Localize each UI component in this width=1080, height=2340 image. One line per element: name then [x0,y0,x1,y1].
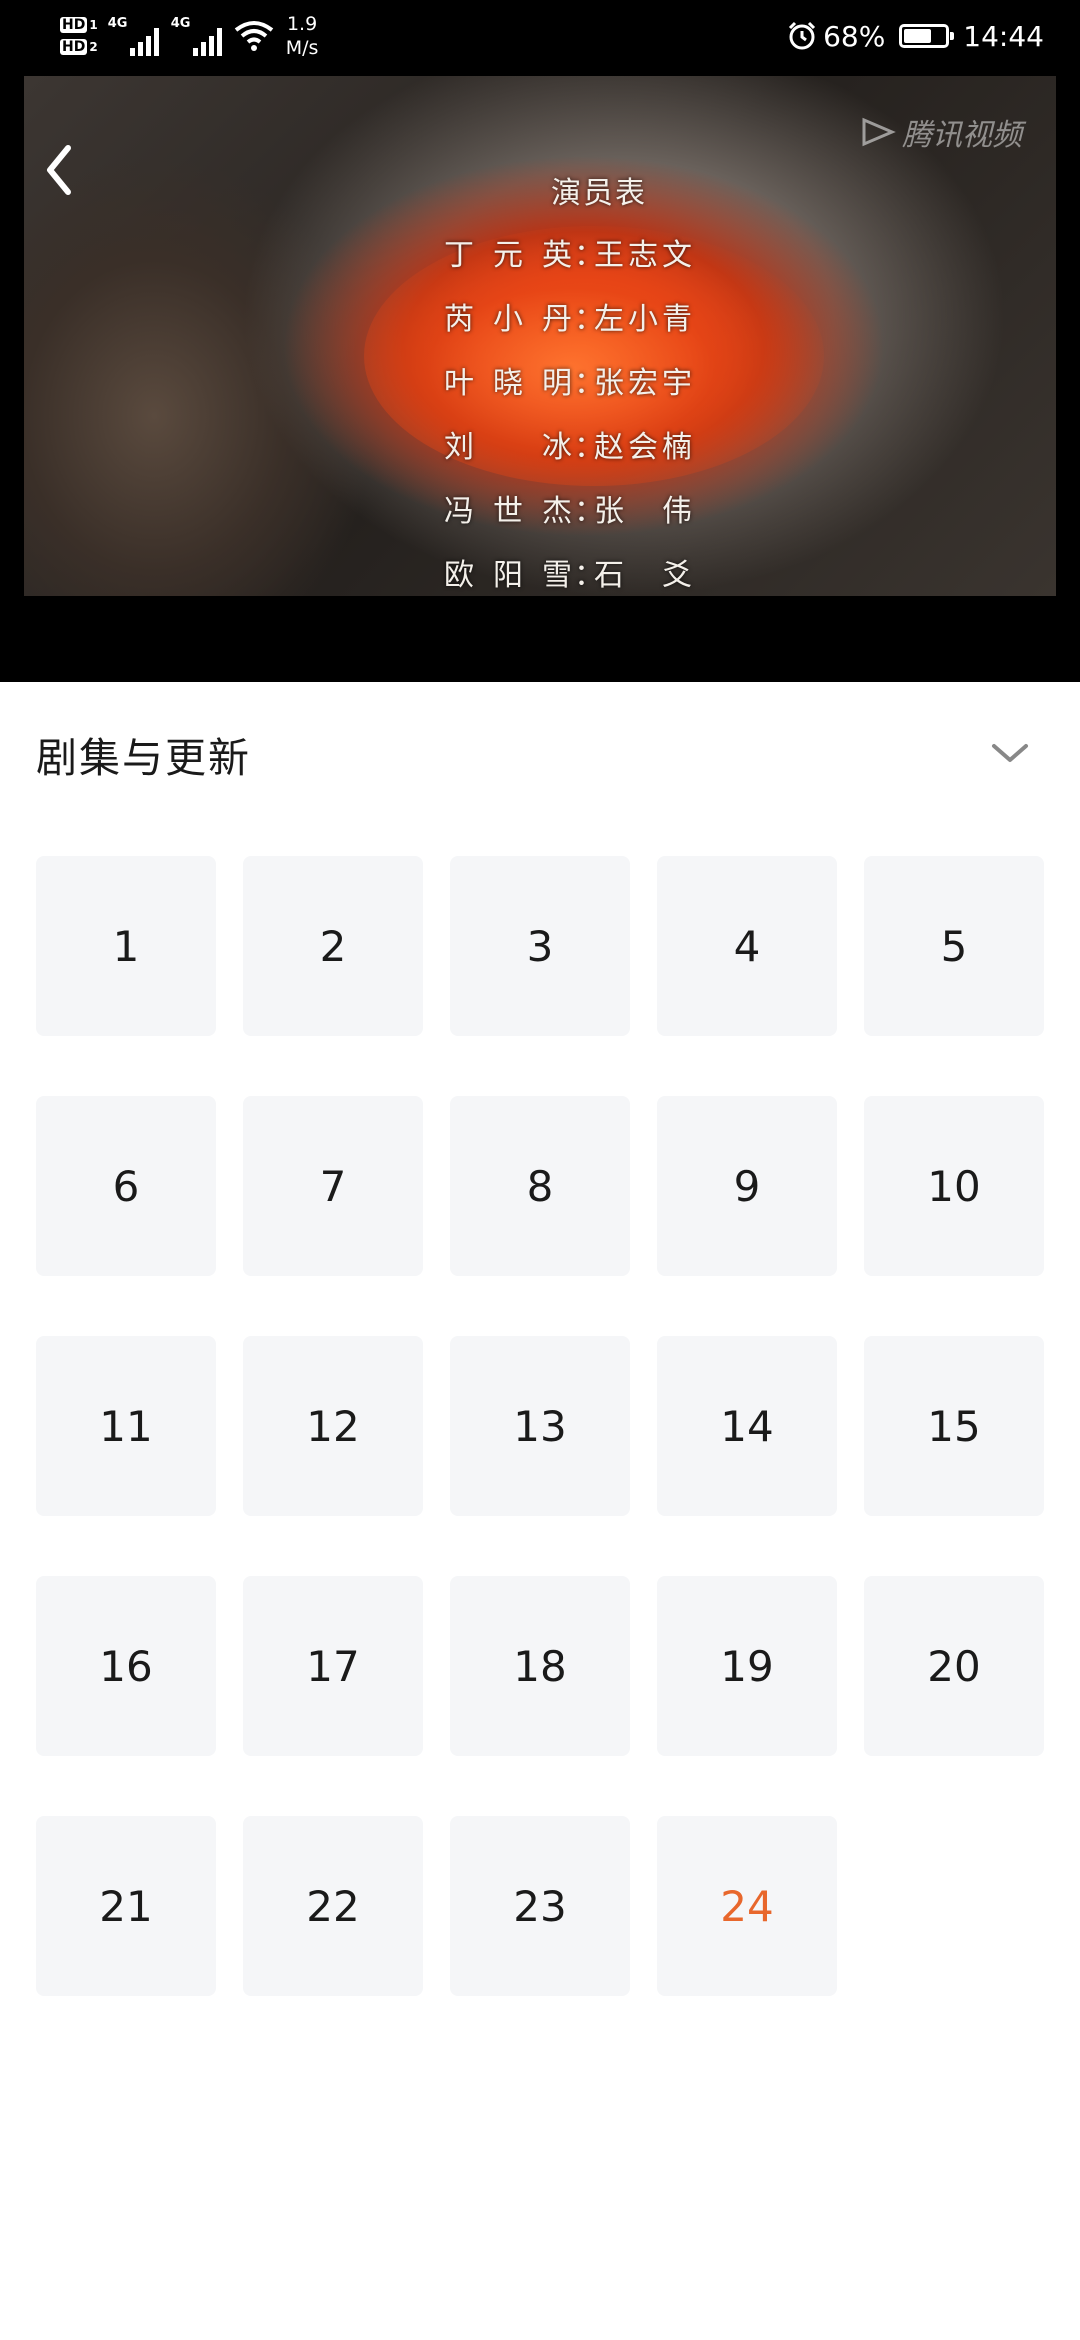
hd-indicators: HD 1 HD 2 [60,17,98,55]
credit-actor: 赵会楠 [594,430,694,465]
credit-actor: 张宏宇 [594,366,694,401]
clock: 14:44 [963,19,1044,53]
chevron-down-icon[interactable] [990,738,1030,768]
signal-icon: 4G [171,16,222,56]
panel-header: 剧集与更新 [0,682,1080,822]
battery-fill [904,29,932,43]
episode-panel: 剧集与更新 1 2 3 4 5 6 7 8 9 10 11 12 13 14 15 16 17 18 19 20 21 2… [0,682,1080,2340]
episode-button[interactable]: 20 [864,1576,1044,1756]
watermark: 腾讯视频 [860,110,1022,154]
episode-button[interactable]: 5 [864,856,1044,1036]
wifi-icon [234,21,273,51]
status-left: HD 1 HD 2 4G 4G 1.9 M/s [60,10,318,62]
network-speed: 1.9 M/s [285,13,319,59]
episode-button[interactable]: 6 [36,1096,216,1276]
credit-separator: ： [574,366,606,401]
video-frame[interactable]: 演员表 丁元英：王志文 芮小丹：左小青 叶晓明：张宏宇刘 冰：赵会楠 冯世杰：张 伟欧… [24,76,1056,596]
episode-button[interactable]: 14 [657,1336,837,1516]
episode-button[interactable]: 18 [450,1576,630,1756]
episode-button[interactable]: 2 [243,856,423,1036]
hd2-indicator: HD 2 [60,39,98,55]
episode-button[interactable]: 16 [36,1576,216,1756]
episode-button[interactable]: 13 [450,1336,630,1516]
credit-actor: 张 伟 [594,494,694,529]
signal2-label: 4G [170,16,191,31]
episode-button-current[interactable]: 24 [657,1816,837,1996]
credit-row: 叶晓明：张宏宇 [444,358,754,422]
episode-button[interactable]: 4 [657,856,837,1036]
credits-overlay: 演员表 丁元英：王志文 芮小丹：左小青 叶晓明：张宏宇刘 冰：赵会楠 冯世杰：张 伟欧… [444,168,754,596]
signal1-label: 4G [107,16,128,31]
episode-button[interactable]: 8 [450,1096,630,1276]
episode-button[interactable]: 22 [243,1816,423,1996]
hd1-indicator: HD 1 [60,17,98,33]
credit-separator: ： [574,558,606,593]
episode-button[interactable]: 19 [657,1576,837,1756]
credit-row: 欧阳雪：石 爻 [444,550,754,596]
credit-role: 冯世杰 [444,494,574,529]
credit-actor: 石 爻 [594,558,694,593]
tencent-video-logo-icon [862,117,896,147]
credit-separator: ： [574,430,606,465]
credit-role: 叶晓明 [444,366,574,401]
episode-button[interactable]: 3 [450,856,630,1036]
episode-button[interactable]: 10 [864,1096,1044,1276]
video-player[interactable]: 演员表 丁元英：王志文 芮小丹：左小青 叶晓明：张宏宇刘 冰：赵会楠 冯世杰：张 伟欧… [0,72,1080,682]
credit-separator: ： [574,302,606,337]
battery-icon [899,24,955,48]
episode-button[interactable]: 9 [657,1096,837,1276]
episode-button[interactable]: 17 [243,1576,423,1756]
credit-role: 刘 冰 [444,430,574,465]
credit-role: 欧阳雪 [444,558,574,593]
credit-row: 丁元英：王志文 [444,230,754,294]
credit-role: 丁元英 [444,238,574,273]
credits-title: 演员表 [551,176,647,211]
episode-button[interactable]: 7 [243,1096,423,1276]
back-icon[interactable] [40,140,80,200]
episode-grid: 1 2 3 4 5 6 7 8 9 10 11 12 13 14 15 16 17 18 19 20 21 22 23 24 [36,856,1044,1996]
credit-row: 芮小丹：左小青 [444,294,754,358]
credit-row: 刘 冰：赵会楠 [444,422,754,486]
credit-row: 冯世杰：张 伟 [444,486,754,550]
status-bar: HD 1 HD 2 4G 4G 1.9 M/s 68% 14:44 [0,0,1080,72]
panel-title: 剧集与更新 [36,734,251,782]
signal-icon: 4G [108,16,159,56]
alarm-icon [789,21,816,50]
episode-button[interactable]: 1 [36,856,216,1036]
credit-actor: 王志文 [594,238,694,273]
credit-separator: ： [574,494,606,529]
episode-button[interactable]: 15 [864,1336,1044,1516]
episode-button[interactable]: 12 [243,1336,423,1516]
credit-role: 芮小丹 [444,302,574,337]
episode-button[interactable]: 11 [36,1336,216,1516]
status-right: 68% 14:44 [787,14,1044,58]
watermark-text: 腾讯视频 [902,118,1022,153]
credit-separator: ： [574,238,606,273]
episode-button[interactable]: 23 [450,1816,630,1996]
battery-percent: 68% [823,19,886,53]
episode-button[interactable]: 21 [36,1816,216,1996]
credit-actor: 左小青 [594,302,694,337]
